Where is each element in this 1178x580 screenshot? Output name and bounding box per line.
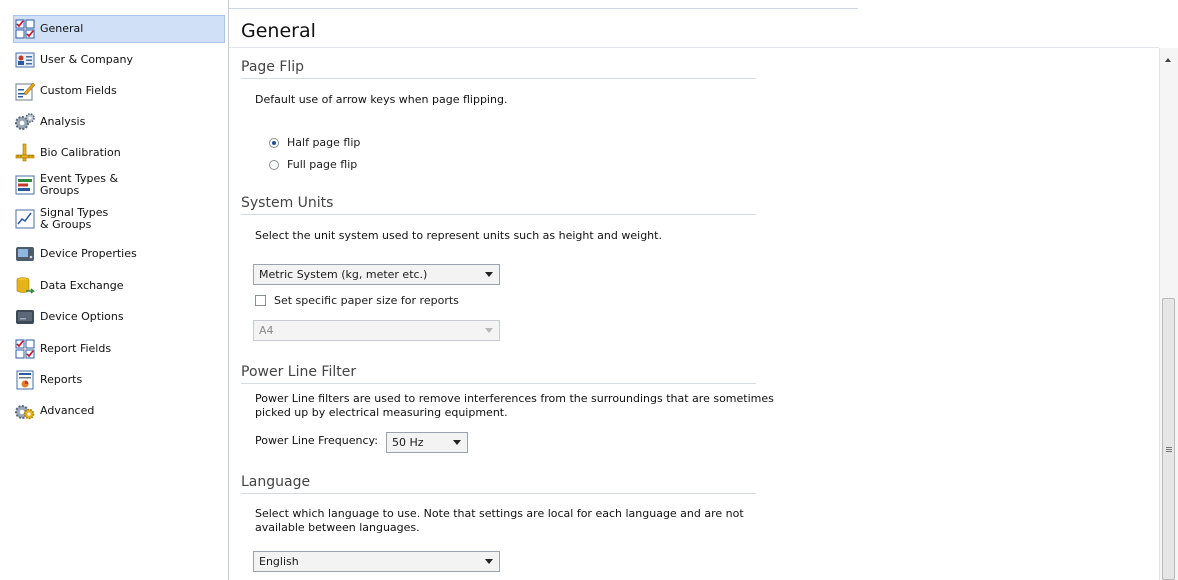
section-title-language: Language [241,474,311,490]
report-fields-icon [14,338,36,360]
sidebar-item-report-fields[interactable]: Report Fields [14,335,224,363]
sidebar-item-user-company[interactable]: User & Company [14,46,224,74]
sidebar-item-reports[interactable]: Reports [14,366,224,394]
grip-icon [1166,447,1172,448]
device-icon [14,243,36,265]
power-line-frequency-value: 50 Hz [392,436,424,449]
radio-checked-icon [269,137,279,148]
paper-size-value: A4 [259,324,274,337]
section-title-system-units: System Units [241,195,334,211]
section-title-power-line: Power Line Filter [241,364,357,380]
sidebar-item-label: Report Fields [40,342,112,355]
full-page-flip-label: Full page flip [287,158,358,171]
language-description-2: available between languages. [255,521,420,534]
power-line-frequency-select[interactable]: 50 Hz [386,432,468,453]
unit-system-value: Metric System (kg, meter etc.) [259,268,428,281]
section-divider [241,214,756,215]
sidebar-item-signal-types[interactable]: Signal Types & Groups [14,205,224,233]
database-exchange-icon [14,275,36,297]
power-line-description-2: picked up by electrical measuring equipm… [255,406,508,419]
sidebar-item-label: Bio Calibration [40,146,121,159]
language-description-1: Select which language to use. Note that … [255,507,744,520]
scroll-up-arrow-icon[interactable] [1165,58,1171,62]
sidebar-item-label: Advanced [40,404,95,417]
power-line-description-1: Power Line filters are used to remove in… [255,392,774,405]
page-flip-description: Default use of arrow keys when page flip… [255,93,508,106]
sidebar-item-label: Device Options [40,310,124,323]
half-page-flip-radio[interactable]: Half page flip [269,136,360,149]
checklist-icon [14,18,36,40]
paper-size-checkbox-label: Set specific paper size for reports [274,294,459,307]
gears-icon [14,111,36,133]
event-types-icon [14,174,36,196]
sidebar-item-label: Custom Fields [40,84,117,97]
sidebar-item-bio-calibration[interactable]: Bio Calibration [14,139,224,167]
reports-icon [14,369,36,391]
sidebar-item-label: Event Types & Groups [40,172,119,197]
sidebar-item-event-types[interactable]: Event Types & Groups [14,171,224,199]
custom-fields-icon [14,80,36,102]
chevron-down-icon [485,559,493,564]
advanced-gears-icon [14,400,36,422]
paper-size-checkbox[interactable]: Set specific paper size for reports [255,294,459,307]
vertical-scrollbar[interactable] [1159,48,1178,580]
sidebar-item-device-options[interactable]: Device Options [14,303,224,331]
power-line-frequency-label: Power Line Frequency: [255,434,378,447]
sidebar-item-label: Signal Types & Groups [40,206,109,231]
sidebar-item-label: Analysis [40,115,86,128]
sidebar-item-label: Device Properties [40,247,137,260]
section-title-page-flip: Page Flip [241,59,305,75]
radio-unchecked-icon [269,159,279,170]
chevron-down-icon [453,440,461,445]
paper-size-select[interactable]: A4 [253,320,500,341]
sidebar-item-label: Data Exchange [40,279,124,292]
language-select[interactable]: English [253,551,500,572]
device-options-icon [14,306,36,328]
settings-content: General Page Flip Default use of arrow k… [229,0,1159,580]
chevron-down-icon [485,272,493,277]
sidebar-item-label: User & Company [40,53,133,66]
sidebar-item-general[interactable]: General [13,15,225,43]
sidebar-item-advanced[interactable]: Advanced [14,397,224,425]
scrollbar-thumb[interactable] [1162,298,1175,580]
sidebar-item-analysis[interactable]: Analysis [14,108,224,136]
sidebar-item-label: General [40,22,84,35]
settings-sidebar: General User & Company Custom Fields Ana… [0,0,229,580]
section-divider [241,383,756,384]
section-divider [241,78,756,79]
sidebar-item-data-exchange[interactable]: Data Exchange [14,272,224,300]
signal-chart-icon [14,208,36,230]
title-separator [229,47,1159,48]
system-units-description: Select the unit system used to represent… [255,229,662,242]
sidebar-item-label: Reports [40,373,83,386]
half-page-flip-label: Half page flip [287,136,361,149]
checkbox-unchecked-icon [255,295,266,306]
ruler-calibration-icon [14,142,36,164]
full-page-flip-radio[interactable]: Full page flip [269,158,357,171]
page-title: General [241,20,316,42]
language-value: English [259,555,299,568]
unit-system-select[interactable]: Metric System (kg, meter etc.) [253,264,500,285]
sidebar-item-custom-fields[interactable]: Custom Fields [14,77,224,105]
sidebar-item-device-properties[interactable]: Device Properties [14,240,224,268]
section-divider [241,493,756,494]
user-card-icon [14,49,36,71]
chevron-down-icon [485,328,493,333]
